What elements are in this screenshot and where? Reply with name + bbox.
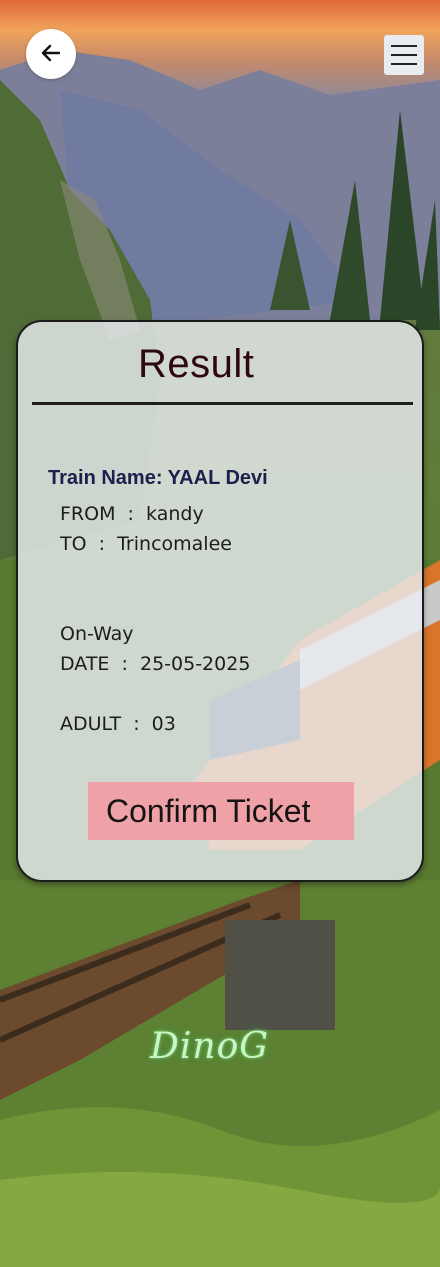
signature-logo: DinoG (150, 1026, 269, 1067)
from-station: FROM : kandy (60, 503, 204, 525)
trip-type: On-Way (60, 623, 134, 645)
hamburger-menu-icon (391, 63, 417, 65)
confirm-ticket-button[interactable]: Confirm Ticket (88, 782, 354, 840)
hamburger-menu-icon (391, 54, 417, 56)
adult-count: ADULT : 03 (60, 713, 176, 735)
title-divider (32, 402, 413, 405)
arrow-left-icon (40, 42, 62, 67)
back-button[interactable] (26, 29, 76, 79)
travel-date: DATE : 25-05-2025 (60, 653, 251, 675)
train-name: Train Name: YAAL Devi (48, 467, 268, 489)
result-card: Result Train Name: YAAL Devi FROM : kand… (16, 320, 424, 882)
hamburger-menu-icon (391, 45, 417, 47)
page-title: Result (138, 342, 255, 386)
menu-button[interactable] (384, 35, 424, 75)
to-station: TO : Trincomalee (60, 533, 232, 555)
